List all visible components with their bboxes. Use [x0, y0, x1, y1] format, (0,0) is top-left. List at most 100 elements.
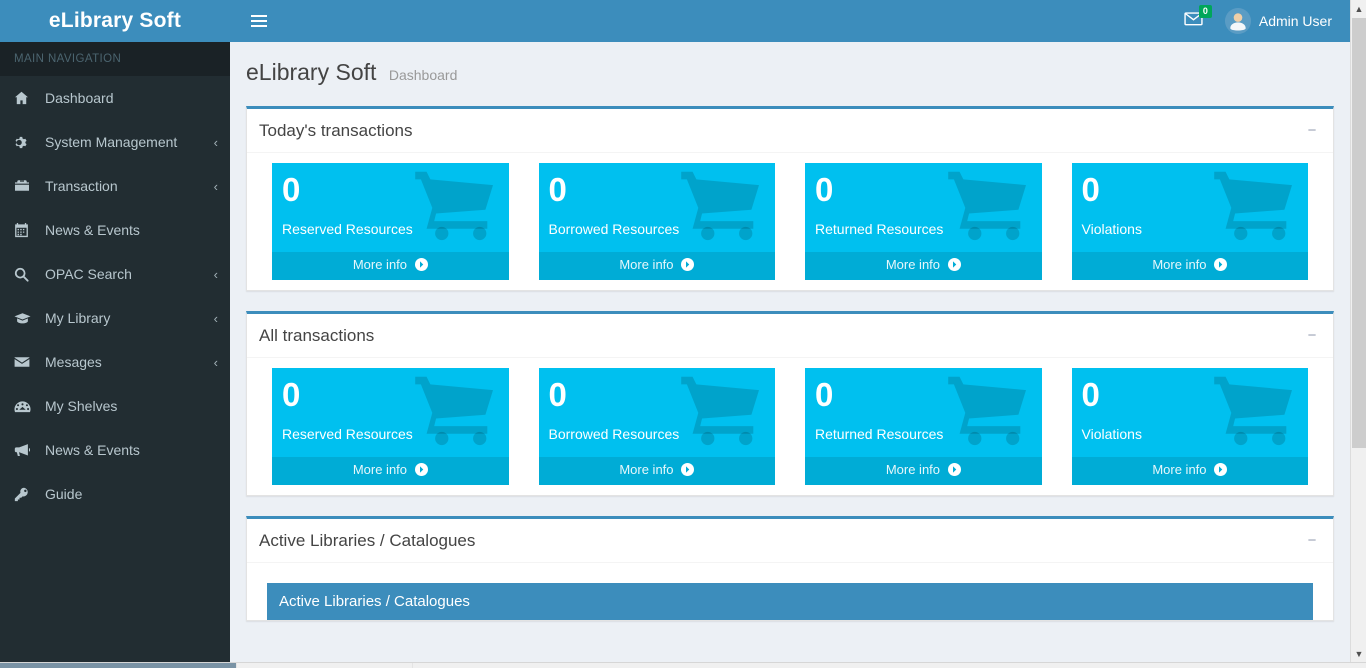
panel-collapse-button[interactable]: − — [1299, 118, 1325, 142]
small-box-more-info-link[interactable]: More info — [1072, 457, 1309, 485]
sidebar-item-label: News & Events — [45, 443, 218, 457]
navbar-right-menu: 0 Admin User — [1172, 0, 1338, 42]
small-box-value: 0 — [549, 378, 766, 413]
horizontal-scrollbar-thumb[interactable] — [0, 663, 236, 668]
small-box-col: 0 Returned Resources More info — [790, 163, 1057, 290]
small-box-reserved-resources: 0 Reserved Resources More info — [272, 368, 509, 485]
small-box-violations: 0 Violations More info — [1072, 163, 1309, 280]
panel-all-transactions: All transactions − 0 Reserved Resources — [246, 311, 1334, 496]
panel-active-libraries-catalogues: Active Libraries / Catalogues − Active L… — [246, 516, 1334, 621]
sidebar-item-news-events-bottom[interactable]: News & Events — [0, 428, 230, 472]
panel-header: All transactions − — [247, 314, 1333, 358]
scroll-up-arrow-icon[interactable]: ▲ — [1351, 0, 1366, 17]
small-box-value: 0 — [282, 173, 499, 208]
small-box-row: 0 Reserved Resources More info — [257, 368, 1323, 495]
small-box-label: Borrowed Resources — [549, 426, 766, 442]
small-box-more-info-label: More info — [886, 462, 940, 477]
arrow-circle-right-icon — [948, 258, 961, 274]
small-box-more-info-label: More info — [1152, 257, 1206, 272]
panel-todays-transactions: Today's transactions − 0 Reserved Resour… — [246, 106, 1334, 291]
small-box-reserved-resources: 0 Reserved Resources More info — [272, 163, 509, 280]
small-box-more-info-link[interactable]: More info — [539, 457, 776, 485]
user-menu[interactable]: Admin User — [1215, 0, 1338, 42]
arrow-circle-right-icon — [415, 258, 428, 274]
sidebar-item-my-shelves[interactable]: My Shelves — [0, 384, 230, 428]
panel-body: 0 Reserved Resources More info — [247, 358, 1333, 495]
sidebar-item-label: My Library — [45, 311, 208, 325]
vertical-scrollbar[interactable]: ▲ ▼ — [1350, 0, 1366, 662]
panel-header: Active Libraries / Catalogues − — [247, 519, 1333, 563]
small-box-col: 0 Reserved Resources More info — [257, 163, 524, 290]
calendar-icon — [14, 223, 36, 238]
sidebar-item-system-management[interactable]: System Management ‹ — [0, 120, 230, 164]
small-box-col: 0 Borrowed Resources More info — [524, 368, 791, 495]
horizontal-scrollbar[interactable] — [0, 662, 1366, 668]
small-box-more-info-label: More info — [353, 257, 407, 272]
arrow-circle-right-icon — [1214, 463, 1227, 479]
sidebar-item-label: My Shelves — [45, 399, 218, 413]
sidebar-item-transaction[interactable]: Transaction ‹ — [0, 164, 230, 208]
small-box-more-info-link[interactable]: More info — [1072, 252, 1309, 280]
small-box-violations: 0 Violations More info — [1072, 368, 1309, 485]
bullhorn-icon — [14, 443, 36, 457]
content-header: eLibrary Soft Dashboard — [230, 42, 1350, 86]
small-box-col: 0 Reserved Resources More info — [257, 368, 524, 495]
sidebar-item-label: System Management — [45, 135, 208, 149]
small-box-label: Reserved Resources — [282, 221, 499, 237]
small-box-inner: 0 Reserved Resources — [272, 163, 509, 252]
small-box-inner: 0 Reserved Resources — [272, 368, 509, 457]
sidebar-item-label: Dashboard — [45, 91, 218, 105]
sidebar-nav-list: Dashboard System Management ‹ Transactio… — [0, 76, 230, 516]
chevron-left-icon: ‹ — [214, 180, 218, 193]
small-box-label: Violations — [1082, 426, 1299, 442]
arrow-circle-right-icon — [415, 463, 428, 479]
small-box-value: 0 — [815, 378, 1032, 413]
panel-body: 0 Reserved Resources More info — [247, 153, 1333, 290]
small-box-more-info-link[interactable]: More info — [805, 457, 1042, 485]
small-box-value: 0 — [282, 378, 499, 413]
sidebar-item-label: Guide — [45, 487, 218, 501]
sidebar-item-guide[interactable]: Guide — [0, 472, 230, 516]
small-box-label: Borrowed Resources — [549, 221, 766, 237]
panel-title: Today's transactions — [259, 121, 413, 140]
hamburger-icon[interactable] — [241, 0, 277, 42]
sidebar-item-dashboard[interactable]: Dashboard — [0, 76, 230, 120]
sub-panel-header: Active Libraries / Catalogues — [267, 583, 1313, 620]
sidebar-item-opac-search[interactable]: OPAC Search ‹ — [0, 252, 230, 296]
content-wrapper: eLibrary Soft Dashboard Today's transact… — [230, 42, 1350, 662]
small-box-label: Returned Resources — [815, 221, 1032, 237]
sidebar-item-news-events-top[interactable]: News & Events — [0, 208, 230, 252]
small-box-inner: 0 Returned Resources — [805, 163, 1042, 252]
sidebar-item-label: OPAC Search — [45, 267, 208, 281]
small-box-more-info-link[interactable]: More info — [805, 252, 1042, 280]
small-box-more-info-link[interactable]: More info — [272, 457, 509, 485]
panel-collapse-button[interactable]: − — [1299, 528, 1325, 552]
small-box-returned-resources: 0 Returned Resources More info — [805, 163, 1042, 280]
briefcase-icon — [14, 179, 36, 193]
app-window: eLibrary Soft MAIN NAVIGATION Dashboard … — [0, 0, 1366, 668]
small-box-value: 0 — [1082, 173, 1299, 208]
chevron-left-icon: ‹ — [214, 356, 218, 369]
sidebar-nav-header: MAIN NAVIGATION — [0, 42, 230, 76]
small-box-more-info-link[interactable]: More info — [539, 252, 776, 280]
messages-count-badge: 0 — [1199, 5, 1212, 18]
panel-collapse-button[interactable]: − — [1299, 323, 1325, 347]
small-box-row: 0 Reserved Resources More info — [257, 163, 1323, 290]
arrow-circle-right-icon — [681, 258, 694, 274]
small-box-col: 0 Violations More info — [1057, 368, 1324, 495]
sidebar-item-my-library[interactable]: My Library ‹ — [0, 296, 230, 340]
panel-header: Today's transactions − — [247, 109, 1333, 153]
top-navbar: 0 Admin User — [230, 0, 1366, 42]
messages-button[interactable]: 0 — [1172, 0, 1215, 42]
small-box-borrowed-resources: 0 Borrowed Resources More info — [539, 368, 776, 485]
small-box-inner: 0 Returned Resources — [805, 368, 1042, 457]
small-box-more-info-label: More info — [1152, 462, 1206, 477]
sidebar-item-mesages[interactable]: Mesages ‹ — [0, 340, 230, 384]
scroll-down-arrow-icon[interactable]: ▼ — [1351, 645, 1366, 662]
gear-icon — [14, 135, 36, 150]
small-box-more-info-link[interactable]: More info — [272, 252, 509, 280]
graduation-cap-icon — [14, 312, 36, 325]
vertical-scrollbar-thumb[interactable] — [1352, 18, 1366, 448]
sidebar-item-label: Transaction — [45, 179, 208, 193]
brand-logo[interactable]: eLibrary Soft — [0, 0, 230, 42]
